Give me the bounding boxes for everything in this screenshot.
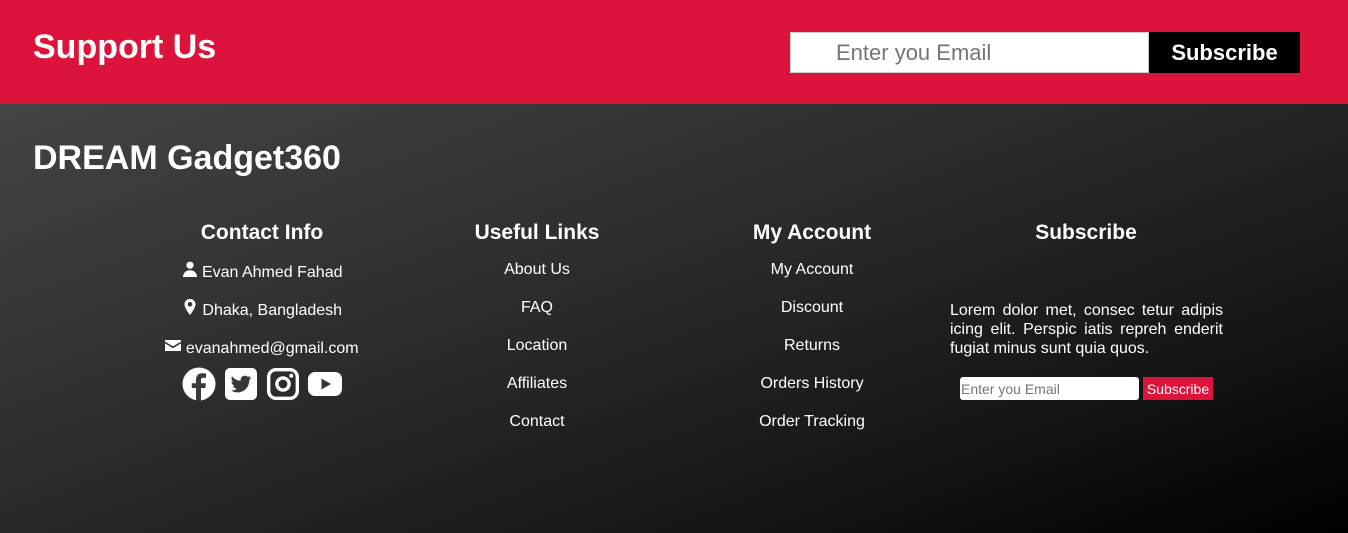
contact-info-heading: Contact Info	[200, 221, 324, 244]
link-location[interactable]: Location	[417, 336, 657, 374]
link-faq[interactable]: FAQ	[417, 298, 657, 336]
youtube-icon[interactable]	[308, 367, 342, 401]
useful-links-heading: Useful Links	[474, 221, 600, 244]
support-title: Support Us	[33, 28, 217, 66]
twitter-icon[interactable]	[224, 367, 258, 401]
support-email-input[interactable]	[790, 32, 1149, 73]
link-returns[interactable]: Returns	[692, 336, 932, 374]
useful-links-column: Useful Links About Us FAQ Location Affil…	[417, 220, 657, 450]
footer-subscribe-button[interactable]: Subscribe	[1143, 377, 1213, 400]
link-discount[interactable]: Discount	[692, 298, 932, 336]
link-contact[interactable]: Contact	[417, 412, 657, 450]
link-my-account[interactable]: My Account	[692, 260, 932, 298]
brand-title: DREAM Gadget360	[33, 139, 341, 177]
contact-location: Dhaka, Bangladesh	[142, 298, 382, 336]
subscribe-description: Lorem dolor met, consec tetur adipis ici…	[950, 302, 1223, 357]
instagram-icon[interactable]	[266, 367, 300, 401]
contact-name: Evan Ahmed Fahad	[142, 260, 382, 298]
contact-location-text: Dhaka, Bangladesh	[202, 302, 343, 319]
contact-name-text: Evan Ahmed Fahad	[201, 264, 343, 281]
link-about-us[interactable]: About Us	[417, 260, 657, 298]
facebook-icon[interactable]	[182, 367, 216, 401]
link-orders-history[interactable]: Orders History	[692, 374, 932, 412]
envelope-icon	[165, 340, 182, 357]
my-account-column: My Account My Account Discount Returns O…	[692, 220, 932, 450]
footer: DREAM Gadget360 Contact Info Evan Ahmed …	[0, 104, 1348, 533]
user-icon	[182, 261, 198, 281]
footer-email-input[interactable]	[960, 377, 1139, 400]
link-affiliates[interactable]: Affiliates	[417, 374, 657, 412]
link-order-tracking[interactable]: Order Tracking	[692, 412, 932, 450]
support-subscribe-button[interactable]: Subscribe	[1149, 32, 1300, 73]
social-links	[142, 367, 382, 401]
support-bar: Support Us Subscribe	[0, 0, 1348, 104]
map-pin-icon	[182, 299, 198, 319]
contact-info-column: Contact Info Evan Ahmed Fahad Dhaka, Ban…	[142, 220, 382, 401]
subscribe-heading: Subscribe	[1035, 221, 1137, 244]
my-account-heading: My Account	[752, 221, 872, 244]
contact-email-text: evanahmed@gmail.com	[185, 340, 359, 357]
subscribe-column: Subscribe	[966, 220, 1206, 260]
